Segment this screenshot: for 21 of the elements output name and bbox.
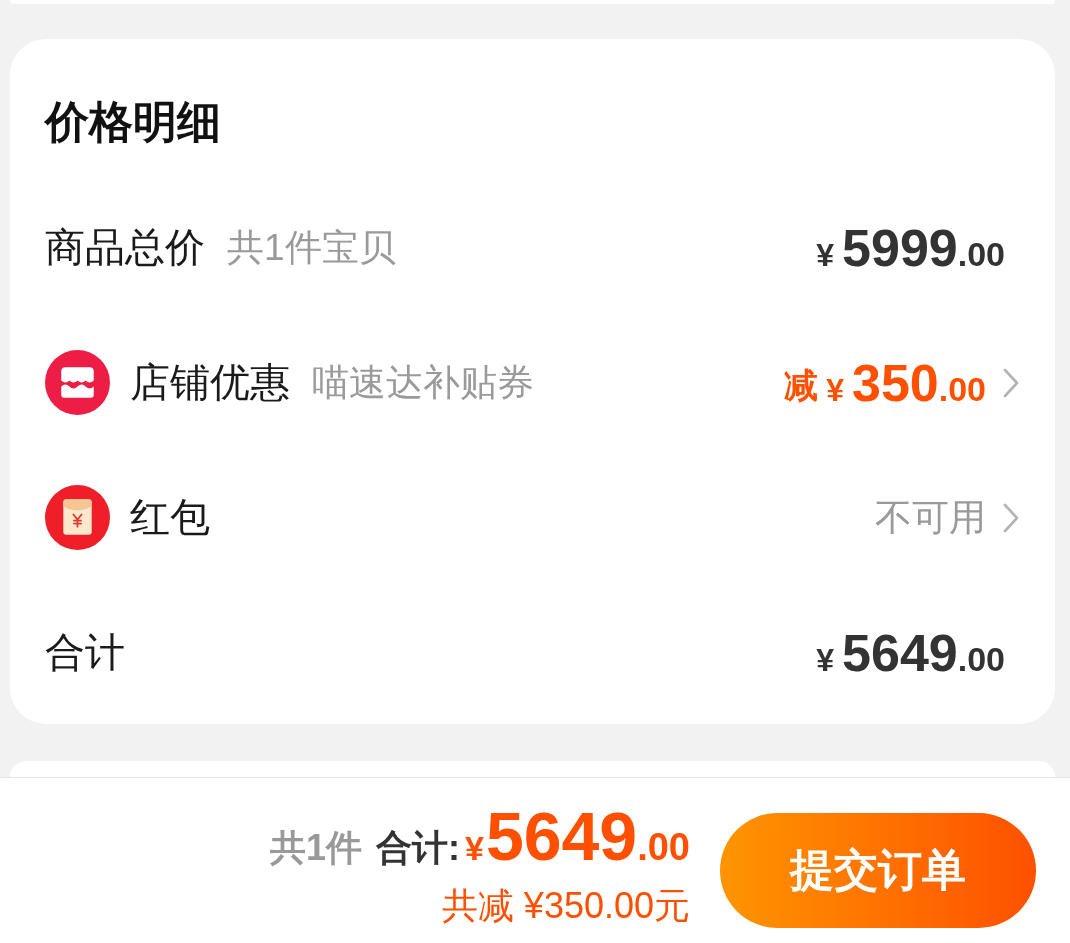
- savings-text: 共减 ¥350.00元: [441, 884, 690, 928]
- price-amount: ¥5999.00: [816, 221, 1005, 274]
- item-note: 喵速达补贴券: [312, 360, 534, 405]
- submit-order-button[interactable]: 提交订单: [720, 813, 1036, 928]
- chevron-icon[interactable]: [1002, 501, 1020, 534]
- item-count: 共1件: [269, 826, 362, 870]
- price-amount: ¥350.00: [826, 356, 986, 409]
- price-amount: ¥5649.00: [816, 626, 1005, 679]
- status-text: 不可用: [875, 495, 986, 540]
- item-label: 合计: [45, 629, 125, 676]
- item-label: 商品总价: [45, 224, 205, 271]
- store-icon: [45, 350, 110, 415]
- total-label: 合计:: [375, 826, 460, 870]
- item-label: 店铺优惠: [130, 359, 290, 406]
- section-title: 价格明细: [45, 97, 221, 147]
- price-amount: ¥5649.00: [464, 802, 690, 870]
- envelope-icon: [45, 485, 110, 550]
- chevron-icon[interactable]: [1002, 366, 1020, 399]
- item-note: 共1件宝贝: [227, 225, 396, 270]
- discount-label: 减: [784, 364, 819, 406]
- item-label: 红包: [130, 494, 210, 541]
